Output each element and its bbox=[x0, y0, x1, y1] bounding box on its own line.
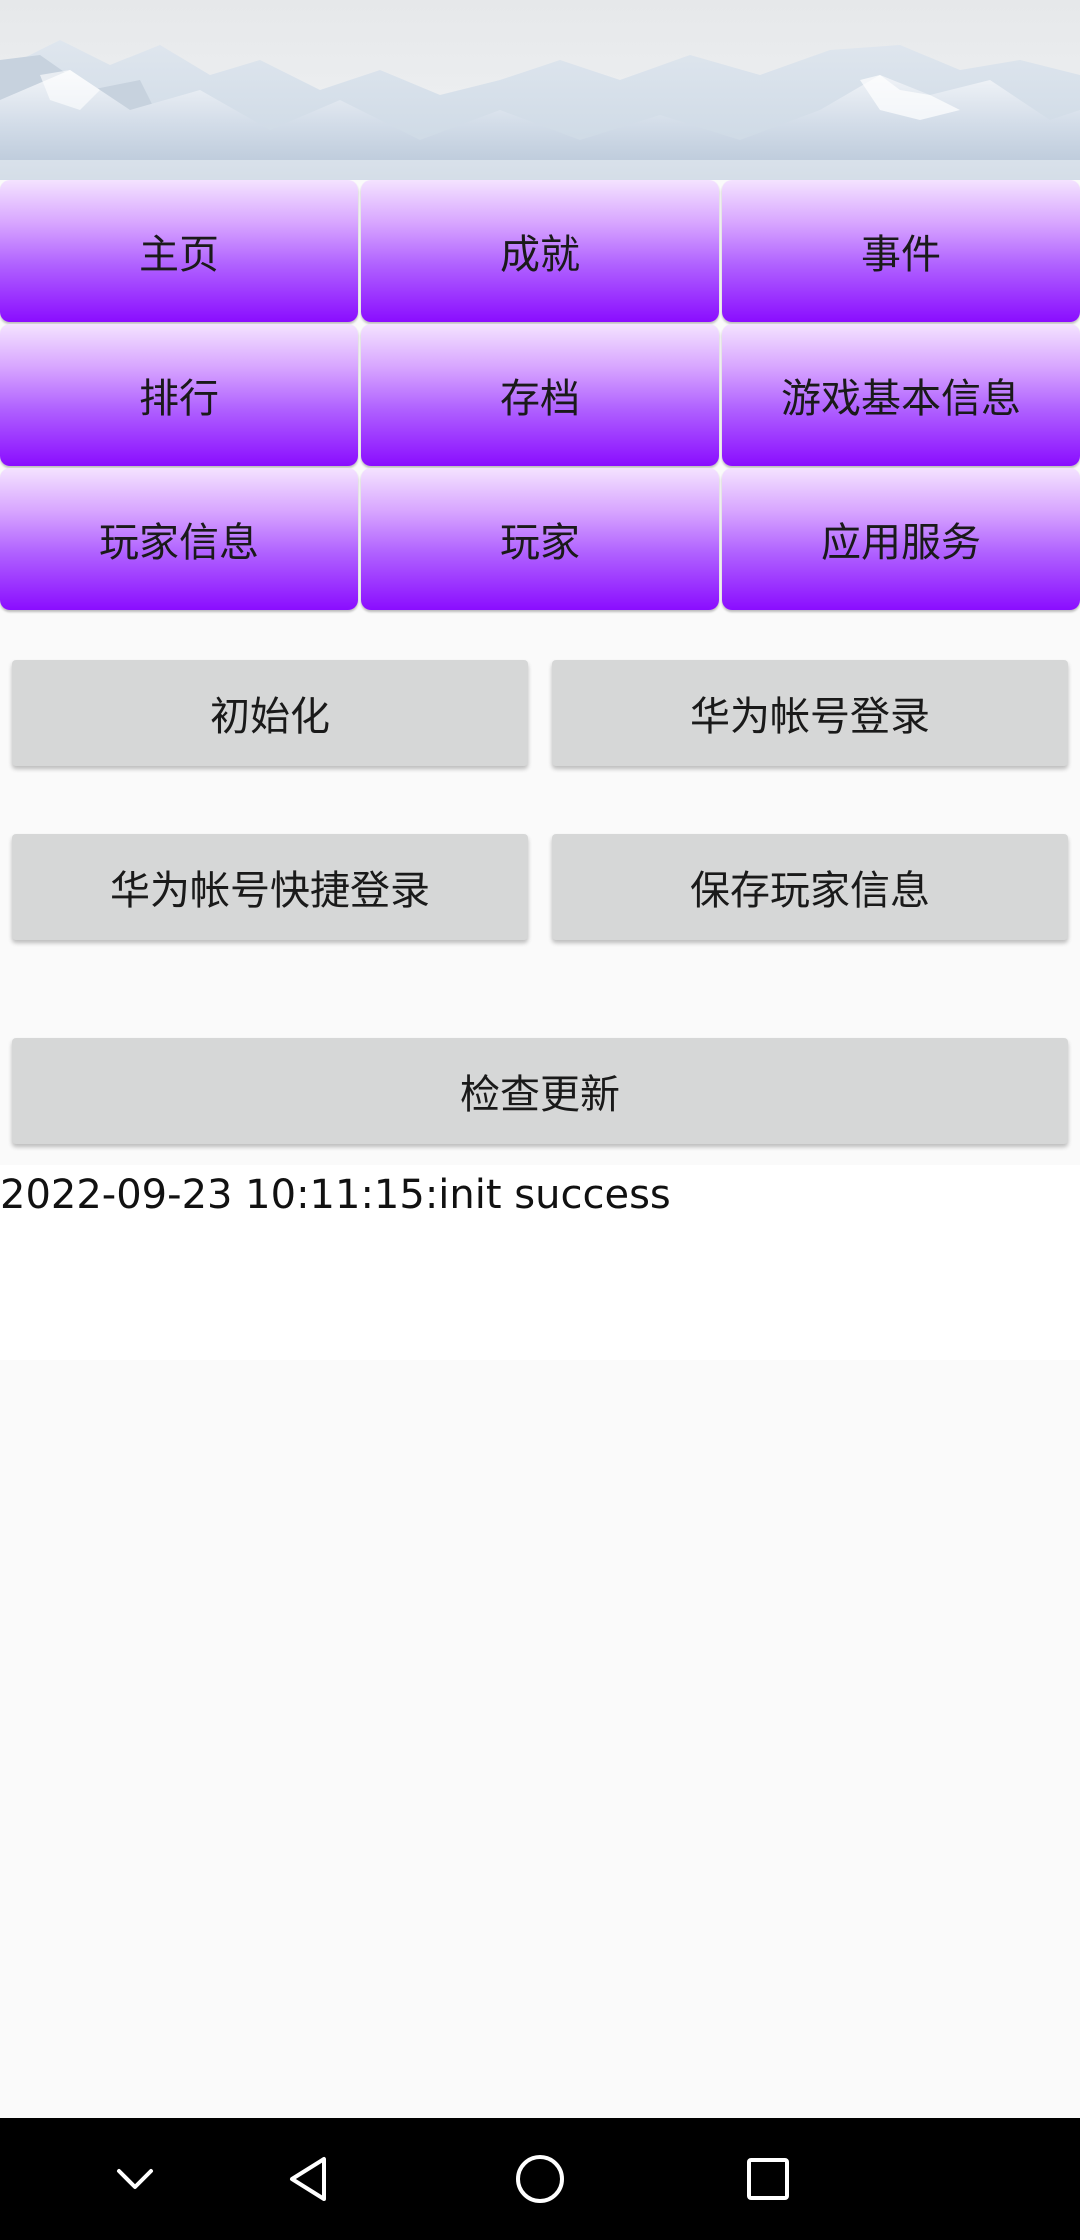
back-triangle-icon[interactable] bbox=[276, 2146, 342, 2212]
log-output-text: 2022-09-23 10:11:15:init success bbox=[0, 1172, 671, 1218]
tab-home-button[interactable]: 主页 bbox=[0, 180, 358, 322]
tab-achievements-button[interactable]: 成就 bbox=[361, 180, 719, 322]
tab-saved-games-button[interactable]: 存档 bbox=[361, 324, 719, 466]
tab-game-summary-button[interactable]: 游戏基本信息 bbox=[722, 324, 1080, 466]
chevron-down-icon[interactable] bbox=[102, 2146, 168, 2212]
tab-player-button[interactable]: 玩家 bbox=[361, 468, 719, 610]
header-banner-image bbox=[0, 0, 1080, 180]
tab-events-button[interactable]: 事件 bbox=[722, 180, 1080, 322]
recents-square-icon[interactable] bbox=[735, 2146, 801, 2212]
save-player-info-button[interactable]: 保存玩家信息 bbox=[552, 834, 1068, 940]
huawei-login-button[interactable]: 华为帐号登录 bbox=[552, 660, 1068, 766]
init-button[interactable]: 初始化 bbox=[12, 660, 528, 766]
tab-player-info-button[interactable]: 玩家信息 bbox=[0, 468, 358, 610]
tab-leaderboard-button[interactable]: 排行 bbox=[0, 324, 358, 466]
tab-app-services-button[interactable]: 应用服务 bbox=[722, 468, 1080, 610]
huawei-quick-login-button[interactable]: 华为帐号快捷登录 bbox=[12, 834, 528, 940]
system-navigation-bar bbox=[0, 2118, 1080, 2240]
home-circle-icon[interactable] bbox=[507, 2146, 573, 2212]
check-update-button[interactable]: 检查更新 bbox=[12, 1038, 1068, 1144]
